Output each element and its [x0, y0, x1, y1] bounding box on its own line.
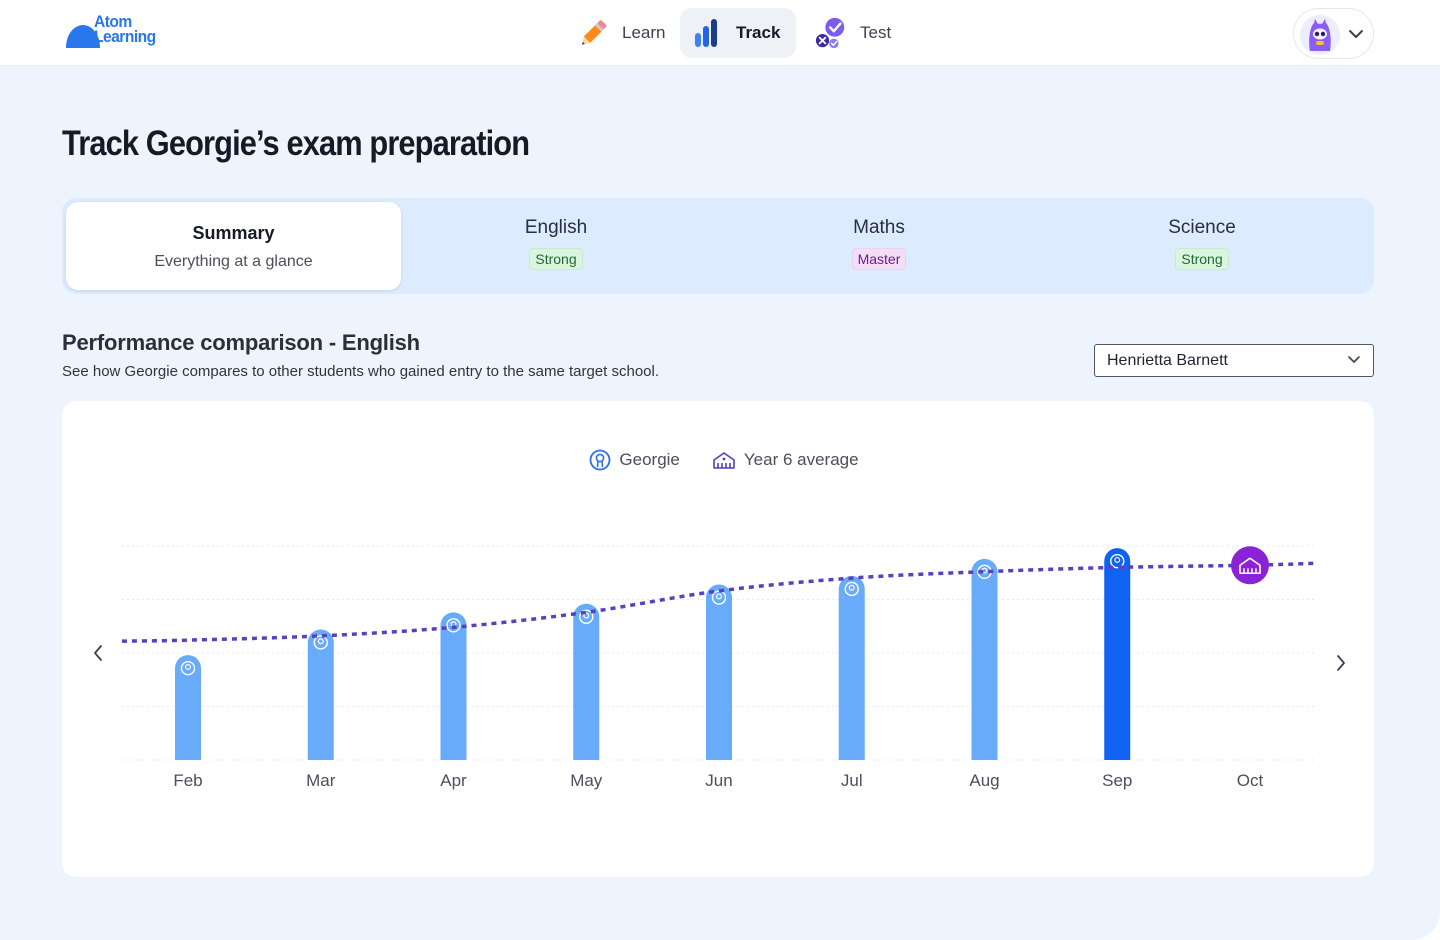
target-school-value: Henrietta Barnett [1107, 352, 1228, 369]
x-tick-label: Oct [1237, 771, 1264, 790]
main-content: Track Georgie’s exam preparation Summary… [0, 66, 1440, 940]
nav-test[interactable]: Test [804, 8, 903, 58]
chart-previous-button[interactable] [84, 639, 112, 667]
tab-maths[interactable]: Maths Master [724, 202, 1034, 290]
section-title: Performance comparison - English [62, 330, 420, 355]
chart-bar [971, 558, 998, 760]
monster-avatar-icon [1300, 15, 1340, 55]
status-badge: Strong [1175, 248, 1229, 270]
nav-learn[interactable]: Learn [566, 8, 677, 58]
nav-track-label: Track [736, 23, 781, 42]
x-tick-label: May [570, 771, 603, 790]
chart-next-button[interactable] [1327, 649, 1355, 677]
performance-chart-card: Georgie Year 6 average Feb Mar Apr May Jun Ju… [62, 401, 1374, 877]
nav-learn-label: Learn [622, 23, 666, 42]
top-navigation-bar: Atom Learning Learn Track Test [0, 0, 1440, 66]
chart-bar [440, 612, 467, 760]
chevron-down-icon [1349, 30, 1363, 38]
profile-menu-button[interactable] [1293, 8, 1374, 59]
check-cross-icon [814, 16, 848, 50]
chart-bar [706, 584, 732, 760]
logo-line-2: Learning [94, 27, 156, 46]
tab-summary-subtitle: Everything at a glance [154, 253, 313, 270]
tab-summary[interactable]: Summary Everything at a glance [66, 202, 401, 290]
chart-bar [573, 603, 600, 760]
atom-learning-logo[interactable]: Atom Learning [64, 13, 176, 50]
chevron-down-icon [1348, 356, 1360, 363]
tab-science[interactable]: Science Strong [1047, 202, 1357, 290]
nav-test-label: Test [860, 23, 892, 42]
chevron-left-icon [94, 645, 102, 661]
subject-tabs: Summary Everything at a glance English S… [62, 198, 1374, 294]
chart-bar [838, 575, 865, 760]
nav-track[interactable]: Track [680, 8, 796, 58]
x-tick-label: Sep [1102, 771, 1132, 790]
x-tick-label: Mar [306, 771, 336, 790]
target-school-marker [1231, 546, 1269, 585]
section-subtitle: See how Georgie compares to other studen… [62, 363, 660, 380]
logo-text: Atom Learning [94, 13, 171, 46]
tab-english[interactable]: English Strong [401, 202, 711, 290]
x-tick-label: Feb [173, 771, 202, 790]
tab-english-title: English [524, 217, 588, 238]
target-school-select[interactable]: Henrietta Barnett [1094, 344, 1374, 377]
x-tick-label: Jun [705, 771, 732, 790]
status-badge: Master [851, 248, 907, 270]
chart-bar [1104, 548, 1131, 760]
tab-summary-title: Summary [192, 223, 275, 243]
status-badge: Strong [529, 248, 583, 270]
x-tick-label: Jul [841, 771, 863, 790]
pencil-icon [576, 16, 610, 50]
performance-bar-chart: Feb Mar Apr May Jun Jul Aug Sep Oct [121, 545, 1318, 790]
page-title: Track Georgie’s exam preparation [62, 124, 530, 163]
chevron-right-icon [1337, 655, 1345, 671]
x-tick-label: Aug [969, 771, 999, 790]
chart-bar [175, 655, 201, 760]
tab-science-title: Science [1168, 217, 1236, 238]
x-tick-label: Apr [440, 771, 467, 790]
bar-chart-icon [690, 16, 724, 50]
tab-maths-title: Maths [853, 217, 905, 238]
